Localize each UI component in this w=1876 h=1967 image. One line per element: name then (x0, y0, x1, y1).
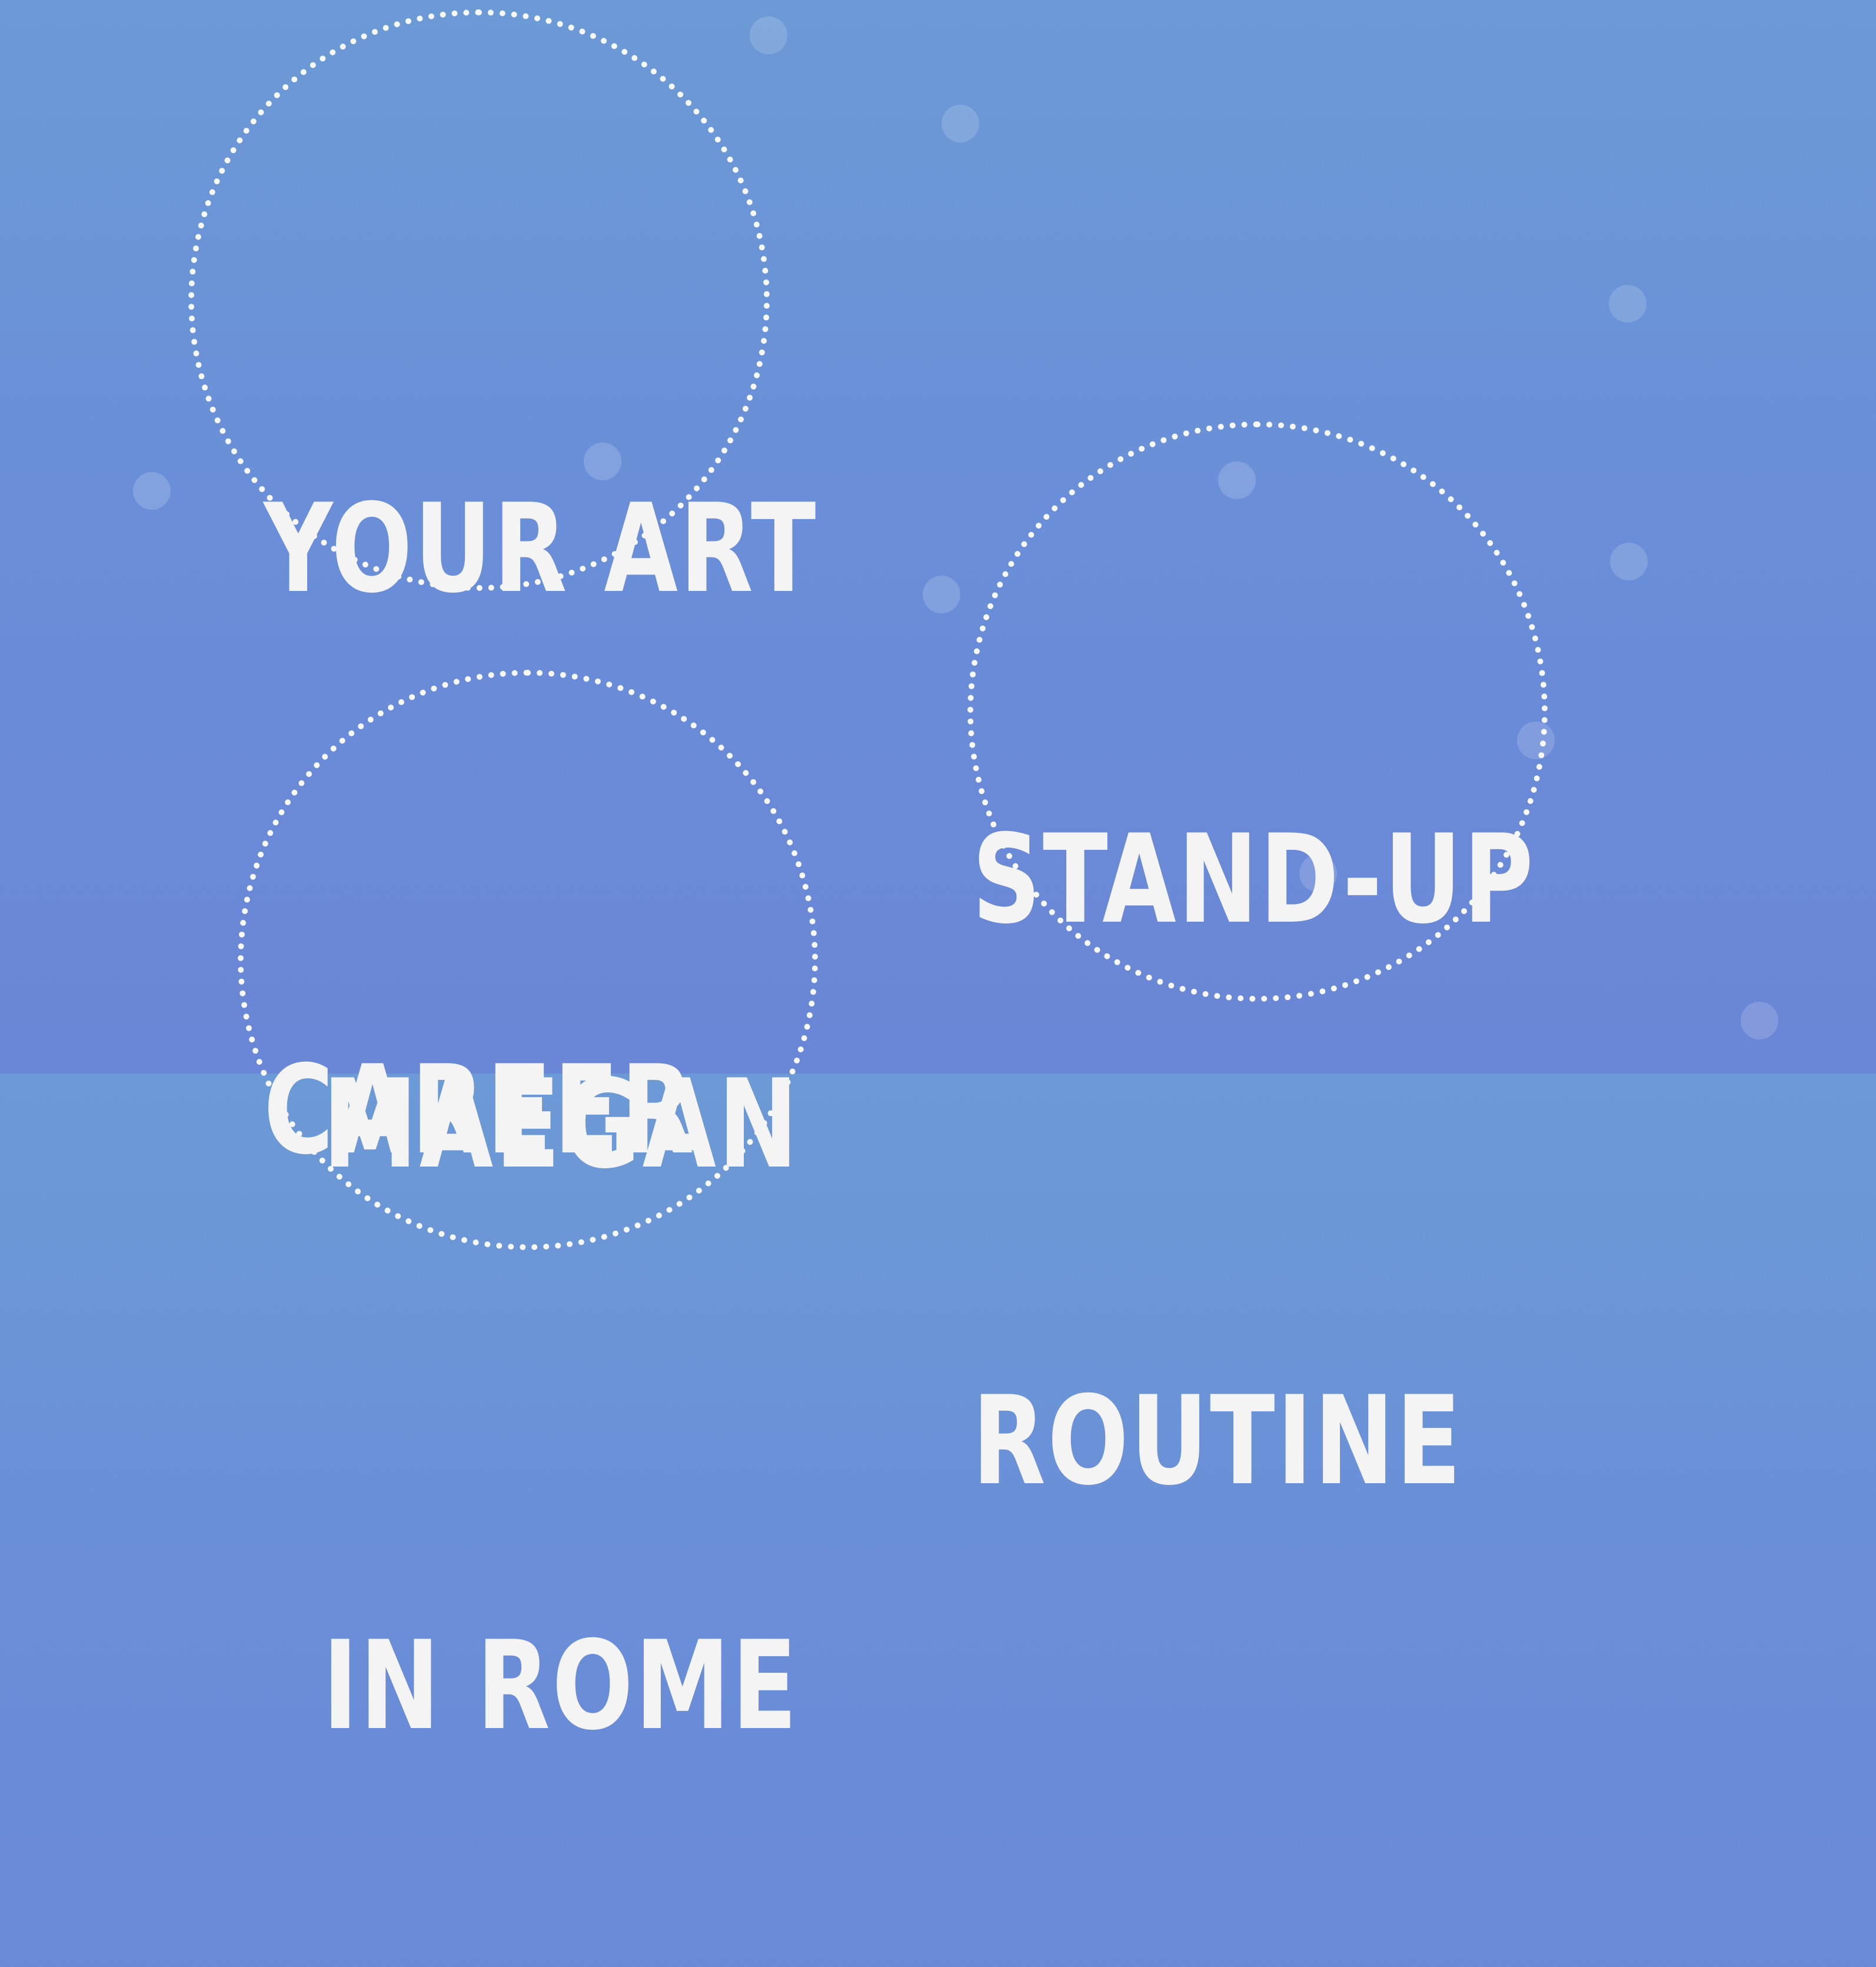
topic-line: IN ROME (322, 1615, 799, 1757)
topic-line: MAEGAN (322, 1054, 800, 1196)
topic-stand-up-routine: STAND-UP ROUTINE (972, 412, 1535, 1722)
topic-maegan-in-rome: MAEGAN IN ROME (322, 657, 800, 1967)
topic-line: ROUTINE (972, 1370, 1463, 1513)
topic-line: YOUR ART (264, 478, 818, 620)
background-bubble (1610, 543, 1648, 580)
background-bubble (750, 16, 787, 54)
topic-line: STAND-UP (972, 809, 1535, 951)
background-bubble (1609, 285, 1647, 323)
background-bubble (942, 105, 979, 142)
background-bubble (133, 472, 171, 510)
background-bubble (923, 576, 960, 613)
background-bubble (1741, 1002, 1778, 1039)
